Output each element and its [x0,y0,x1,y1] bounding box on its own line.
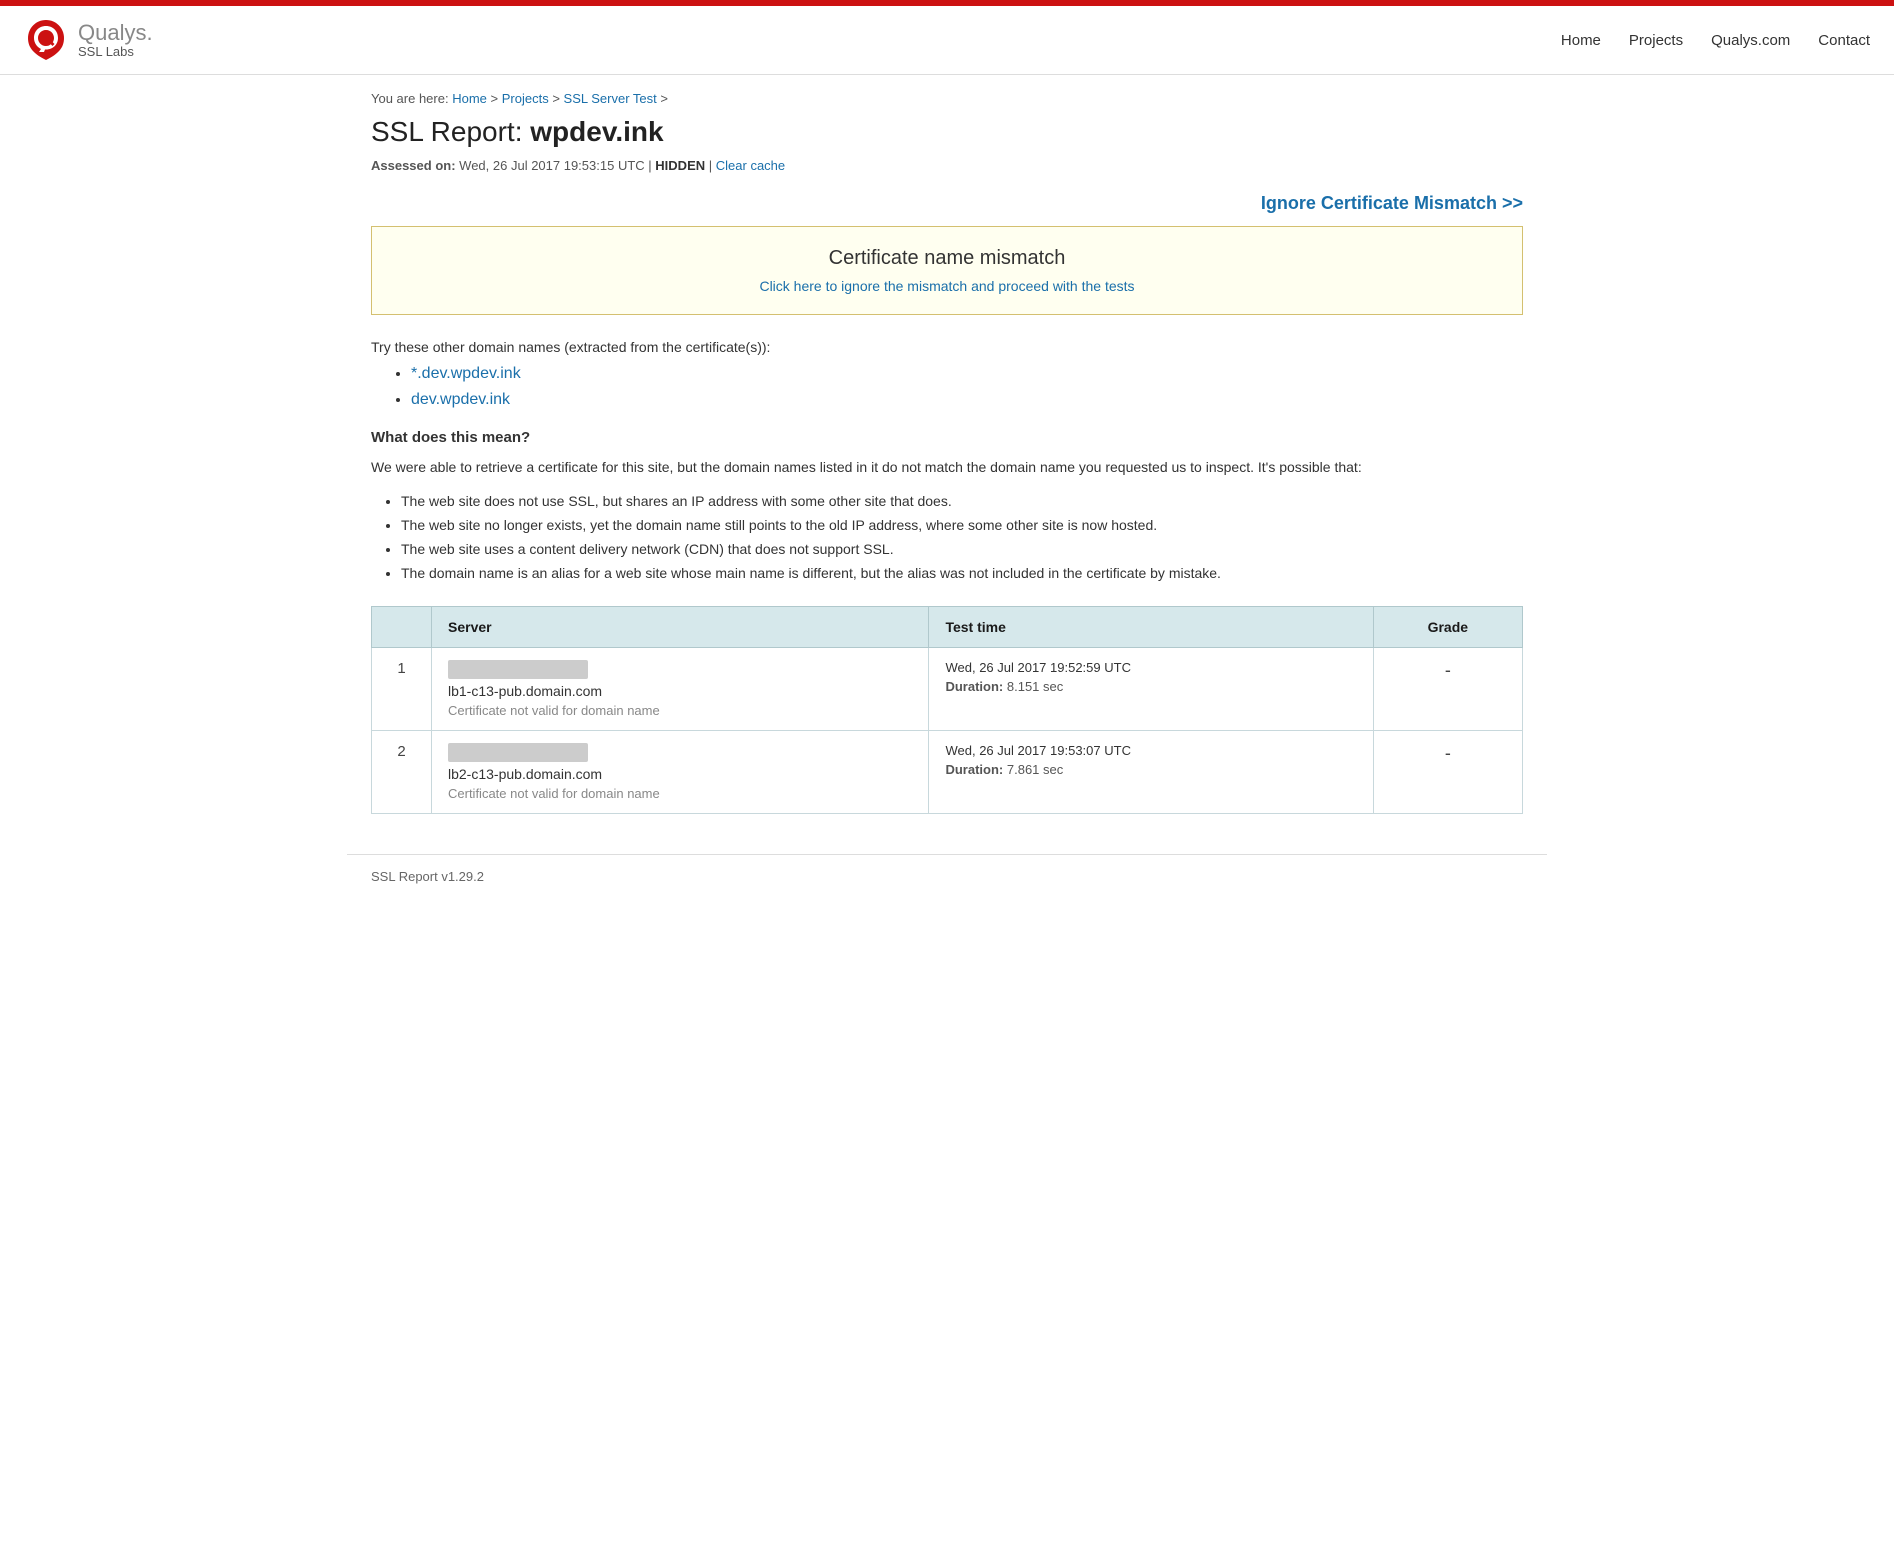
table-cell-grade-2: - [1373,730,1522,813]
test-time-2: Wed, 26 Jul 2017 19:53:07 UTC [945,743,1356,758]
ignore-mismatch-proceed-link[interactable]: Click here to ignore the mismatch and pr… [759,278,1134,294]
page-title-domain: wpdev.ink [530,116,663,147]
logo-ssllabs-name: SSL Labs [78,45,153,59]
what-heading: What does this mean? [371,429,1523,446]
what-intro: We were able to retrieve a certificate f… [371,456,1523,478]
what-bullets: The web site does not use SSL, but share… [371,490,1523,585]
main-content: You are here: Home > Projects > SSL Serv… [347,75,1547,854]
table-cell-server-1: ### ### ### ### lb1-c13-pub.domain.com C… [432,647,929,730]
breadcrumb-label: You are here: [371,91,449,106]
assessed-on-label: Assessed on: [371,158,456,173]
table-header-row: Server Test time Grade [372,606,1523,647]
server-name-2: lb2-c13-pub.domain.com [448,766,912,782]
warning-title: Certificate name mismatch [392,247,1502,270]
list-item: *.dev.wpdev.ink [411,365,1523,383]
list-item: dev.wpdev.ink [411,391,1523,409]
test-duration-1: Duration: 8.151 sec [945,679,1356,694]
breadcrumb-ssl-server-test[interactable]: SSL Server Test [564,91,657,106]
logo-text: Qualys. SSL Labs [78,21,153,59]
table-cell-number: 1 [372,647,432,730]
qualys-logo-icon [24,18,68,62]
page-title: SSL Report: wpdev.ink [371,116,1523,148]
breadcrumb: You are here: Home > Projects > SSL Serv… [371,91,1523,106]
main-nav: Home Projects Qualys.com Contact [1561,32,1870,49]
cert-invalid-1: Certificate not valid for domain name [448,703,912,718]
table-header-number [372,606,432,647]
nav-contact[interactable]: Contact [1818,32,1870,49]
ignore-mismatch-section: Ignore Certificate Mismatch >> [371,193,1523,214]
table-row: 2 ### ### ### ### lb2-c13-pub.domain.com… [372,730,1523,813]
table-cell-server-2: ### ### ### ### lb2-c13-pub.domain.com C… [432,730,929,813]
list-item: The web site uses a content delivery net… [401,538,1523,562]
certificate-mismatch-warning: Certificate name mismatch Click here to … [371,226,1523,315]
ignore-mismatch-link[interactable]: Ignore Certificate Mismatch >> [1261,193,1523,213]
domain-link-dev[interactable]: dev.wpdev.ink [411,391,510,408]
domain-section: Try these other domain names (extracted … [371,339,1523,409]
breadcrumb-home[interactable]: Home [452,91,487,106]
cert-invalid-2: Certificate not valid for domain name [448,786,912,801]
page-title-prefix: SSL Report: [371,116,530,147]
list-item: The web site does not use SSL, but share… [401,490,1523,514]
site-header: Qualys. SSL Labs Home Projects Qualys.co… [0,6,1894,75]
site-footer: SSL Report v1.29.2 [347,854,1547,898]
table-row: 1 ### ### ### ### lb1-c13-pub.domain.com… [372,647,1523,730]
ip-address-blur-1: ### ### ### ### [448,660,588,679]
table-cell-time-2: Wed, 26 Jul 2017 19:53:07 UTC Duration: … [929,730,1373,813]
ip-address-blur-2: ### ### ### ### [448,743,588,762]
list-item: The web site no longer exists, yet the d… [401,514,1523,538]
table-cell-time-1: Wed, 26 Jul 2017 19:52:59 UTC Duration: … [929,647,1373,730]
breadcrumb-projects[interactable]: Projects [502,91,549,106]
table-header-server: Server [432,606,929,647]
table-header-grade: Grade [1373,606,1522,647]
table-cell-number: 2 [372,730,432,813]
domain-list: *.dev.wpdev.ink dev.wpdev.ink [371,365,1523,409]
nav-projects[interactable]: Projects [1629,32,1683,49]
separator-2: | [709,158,716,173]
list-item: The domain name is an alias for a web si… [401,562,1523,586]
test-duration-2: Duration: 7.861 sec [945,762,1356,777]
clear-cache-link[interactable]: Clear cache [716,158,785,173]
assessed-on-datetime: Wed, 26 Jul 2017 19:53:15 UTC [459,158,645,173]
assessed-on-section: Assessed on: Wed, 26 Jul 2017 19:53:15 U… [371,158,1523,173]
table-cell-grade-1: - [1373,647,1522,730]
domain-intro-text: Try these other domain names (extracted … [371,339,1523,355]
table-header-test-time: Test time [929,606,1373,647]
domain-link-wildcard[interactable]: *.dev.wpdev.ink [411,365,521,382]
hidden-label: HIDDEN [655,158,705,173]
logo-qualys-name: Qualys. [78,21,153,45]
footer-text: SSL Report v1.29.2 [371,869,484,884]
nav-qualys-com[interactable]: Qualys.com [1711,32,1790,49]
server-table: Server Test time Grade 1 ### ### ### ###… [371,606,1523,814]
test-time-1: Wed, 26 Jul 2017 19:52:59 UTC [945,660,1356,675]
logo-area: Qualys. SSL Labs [24,18,153,62]
server-name-1: lb1-c13-pub.domain.com [448,683,912,699]
nav-home[interactable]: Home [1561,32,1601,49]
what-section: What does this mean? We were able to ret… [371,429,1523,586]
